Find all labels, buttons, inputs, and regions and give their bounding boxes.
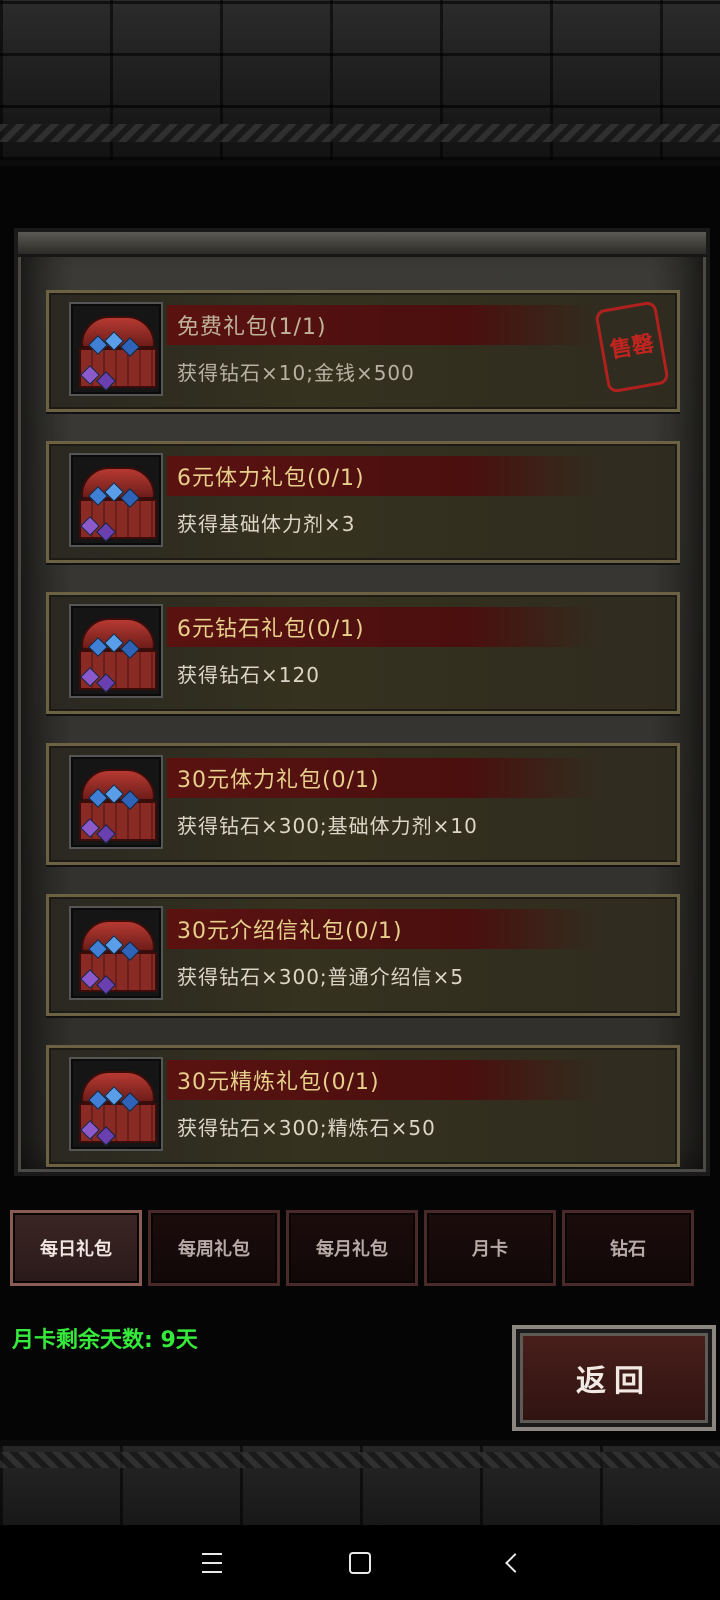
package-title: 免费礼包(1/1) (177, 315, 327, 340)
home-icon[interactable] (320, 1525, 400, 1600)
package-list: 免费礼包(1/1) 获得钻石×10;金钱×500 售罄 6元体力礼包(0/1) … (46, 290, 680, 1196)
tab-weekly[interactable]: 每周礼包 (148, 1210, 280, 1286)
package-item-6-diamond[interactable]: 6元钻石礼包(0/1) 获得钻石×120 (46, 592, 680, 714)
panel-rail (18, 232, 706, 257)
package-desc: 获得钻石×300;普通介绍信×5 (177, 965, 465, 989)
menu-icon[interactable] (172, 1525, 252, 1600)
gem-chest-icon (69, 604, 163, 698)
package-desc: 获得基础体力剂×3 (177, 512, 356, 536)
back-button[interactable]: 返回 (512, 1325, 716, 1431)
package-title: 6元体力礼包(0/1) (177, 466, 365, 491)
package-item-30-letter[interactable]: 30元介绍信礼包(0/1) 获得钻石×300;普通介绍信×5 (46, 894, 680, 1016)
package-title: 30元精炼礼包(0/1) (177, 1070, 380, 1095)
package-item-30-stamina[interactable]: 30元体力礼包(0/1) 获得钻石×300;基础体力剂×10 (46, 743, 680, 865)
package-item-free[interactable]: 免费礼包(1/1) 获得钻石×10;金钱×500 售罄 (46, 290, 680, 412)
package-title: 30元体力礼包(0/1) (177, 768, 380, 793)
stone-footer-decor (0, 1440, 720, 1531)
tab-month-card[interactable]: 月卡 (424, 1210, 556, 1286)
package-desc: 获得钻石×300;精炼石×50 (177, 1116, 436, 1140)
package-desc: 获得钻石×120 (177, 663, 320, 687)
gem-chest-icon (69, 453, 163, 547)
system-nav-bar (0, 1525, 720, 1600)
gem-chest-icon (69, 755, 163, 849)
package-title: 30元介绍信礼包(0/1) (177, 919, 403, 944)
package-item-30-refine[interactable]: 30元精炼礼包(0/1) 获得钻石×300;精炼石×50 (46, 1045, 680, 1167)
sold-out-stamp: 售罄 (594, 300, 670, 394)
tab-monthly[interactable]: 每月礼包 (286, 1210, 418, 1286)
tab-daily[interactable]: 每日礼包 (10, 1210, 142, 1286)
category-tabs: 每日礼包 每周礼包 每月礼包 月卡 钻石 (10, 1210, 710, 1286)
package-desc: 获得钻石×10;金钱×500 (177, 361, 415, 385)
stone-header-decor (0, 0, 720, 166)
back-icon[interactable] (472, 1525, 552, 1600)
gem-chest-icon (69, 906, 163, 1000)
gem-chest-icon (69, 1057, 163, 1151)
month-card-remaining-days: 月卡剩余天数: 9天 (12, 1328, 198, 1353)
tab-diamond[interactable]: 钻石 (562, 1210, 694, 1286)
gem-chest-icon (69, 302, 163, 396)
package-title: 6元钻石礼包(0/1) (177, 617, 365, 642)
package-panel: 免费礼包(1/1) 获得钻石×10;金钱×500 售罄 6元体力礼包(0/1) … (14, 228, 710, 1176)
package-item-6-stamina[interactable]: 6元体力礼包(0/1) 获得基础体力剂×3 (46, 441, 680, 563)
package-desc: 获得钻石×300;基础体力剂×10 (177, 814, 478, 838)
